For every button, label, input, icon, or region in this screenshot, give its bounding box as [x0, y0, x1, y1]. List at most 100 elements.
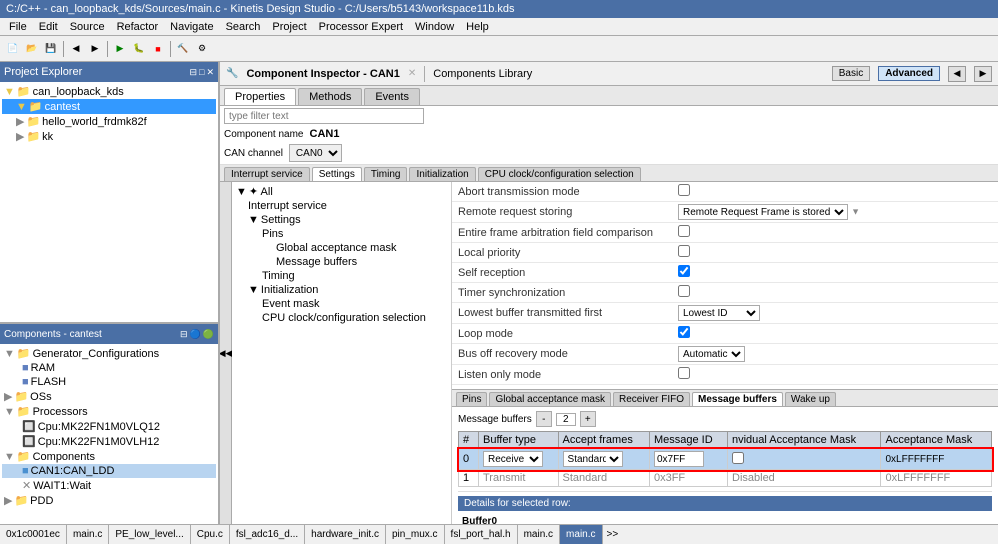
stree-global-accept[interactable]: Global acceptance mask	[234, 241, 449, 255]
toolbar-back[interactable]: ◀	[67, 40, 85, 58]
tree-item-cantest[interactable]: ▼ 📁 cantest	[2, 99, 216, 114]
comp-tree-ram[interactable]: ■ RAM	[2, 361, 216, 375]
menu-file[interactable]: File	[4, 20, 32, 34]
row0-ind-mask-checkbox[interactable]	[732, 452, 744, 464]
project-explorer-minimize[interactable]: ⊟	[189, 67, 197, 78]
status-tab-1[interactable]: main.c	[67, 525, 109, 544]
status-tab-4[interactable]: fsl_adc16_d...	[230, 525, 305, 544]
subtab-interrupt[interactable]: Interrupt service	[224, 167, 310, 181]
comp-tree-cpu2[interactable]: 🔲 Cpu:MK22FN1M0VLH12	[2, 434, 216, 449]
btab-pins[interactable]: Pins	[456, 392, 487, 406]
btab-wake-up[interactable]: Wake up	[785, 392, 836, 406]
toolbar-build[interactable]: 🔨	[174, 40, 192, 58]
stree-initialization[interactable]: ▼Initialization	[234, 283, 449, 297]
status-tab-5[interactable]: hardware_init.c	[305, 525, 386, 544]
comp-tree-cpu1[interactable]: 🔲 Cpu:MK22FN1M0VLQ12	[2, 419, 216, 434]
status-tab-6[interactable]: pin_mux.c	[386, 525, 445, 544]
checkbox-entire-frame[interactable]	[678, 225, 690, 237]
checkbox-local-priority[interactable]	[678, 245, 690, 257]
row0-accept-frames[interactable]: Standard Extended	[563, 451, 623, 467]
comp-tree-generator[interactable]: ▼ 📁 Generator_Configurations	[2, 346, 216, 361]
status-tab-8[interactable]: main.c	[518, 525, 560, 544]
toolbar-new[interactable]: 📄	[4, 40, 22, 58]
checkbox-abort-tx[interactable]	[678, 184, 690, 196]
toolbar-save[interactable]: 💾	[42, 40, 60, 58]
menu-project[interactable]: Project	[267, 20, 311, 34]
toolbar-run[interactable]: ▶	[111, 40, 129, 58]
menu-source[interactable]: Source	[65, 20, 110, 34]
tab-events[interactable]: Events	[364, 88, 420, 105]
tree-item-hello-world[interactable]: ▶ 📁 hello_world_frdmk82f	[2, 114, 216, 129]
stree-interrupt[interactable]: Interrupt service	[234, 199, 449, 213]
components-icon1[interactable]: ⊟	[180, 329, 188, 340]
checkbox-self-reception[interactable]	[678, 265, 690, 277]
menu-help[interactable]: Help	[461, 20, 494, 34]
row0-msg-id[interactable]	[654, 451, 704, 467]
toolbar-open[interactable]: 📂	[23, 40, 41, 58]
buffer-row-0[interactable]: 0 Receive Transmit Standard	[459, 449, 992, 470]
status-tab-0[interactable]: 0x1c0001ec	[0, 525, 67, 544]
msg-buf-minus[interactable]: -	[536, 411, 552, 427]
menu-window[interactable]: Window	[410, 20, 459, 34]
inspector-back[interactable]: ◀	[948, 66, 966, 82]
comp-tree-processors[interactable]: ▼ 📁 Processors	[2, 404, 216, 419]
stree-all[interactable]: ▼✦ All	[234, 184, 449, 199]
comp-tree-pdd[interactable]: ▶ 📁 PDD	[2, 493, 216, 508]
status-tab-3[interactable]: Cpu.c	[191, 525, 230, 544]
collapse-button[interactable]: ◀◀	[220, 182, 232, 524]
stree-msg-buffers[interactable]: Message buffers	[234, 255, 449, 269]
project-explorer-restore[interactable]: □	[199, 67, 204, 78]
comp-tree-can1[interactable]: ■ CAN1:CAN_LDD	[2, 464, 216, 478]
checkbox-timer-sync[interactable]	[678, 285, 690, 297]
buffer-row-1[interactable]: 1 Transmit Standard 0x3FF Disabled 0xLFF…	[459, 470, 992, 487]
select-remote-request[interactable]: Remote Request Frame is stored Disabled	[678, 204, 848, 220]
components-icon3[interactable]: 🟢	[203, 329, 214, 340]
msg-buf-plus[interactable]: +	[580, 411, 596, 427]
tab-properties[interactable]: Properties	[224, 88, 296, 105]
checkbox-loop-mode[interactable]	[678, 326, 690, 338]
menu-edit[interactable]: Edit	[34, 20, 63, 34]
btab-receiver-fifo[interactable]: Receiver FIFO	[613, 392, 690, 406]
toolbar-stop[interactable]: ■	[149, 40, 167, 58]
components-icon2[interactable]: 🔵	[190, 329, 201, 340]
subtab-settings[interactable]: Settings	[312, 167, 362, 181]
toolbar-settings[interactable]: ⚙	[193, 40, 211, 58]
inspector-forward[interactable]: ▶	[974, 66, 992, 82]
basic-btn[interactable]: Basic	[832, 66, 870, 81]
comp-tree-flash[interactable]: ■ FLASH	[2, 375, 216, 389]
stree-cpu-clock[interactable]: CPU clock/configuration selection	[234, 311, 449, 325]
stree-event-mask[interactable]: Event mask	[234, 297, 449, 311]
tab-methods[interactable]: Methods	[298, 88, 362, 105]
select-bus-off[interactable]: Automatic Manual	[678, 346, 745, 362]
can-channel-select[interactable]: CAN0 CAN1	[289, 144, 342, 162]
checkbox-listen-only[interactable]	[678, 367, 690, 379]
stree-timing[interactable]: Timing	[234, 269, 449, 283]
tree-item-can-loopback[interactable]: ▼ 📁 can_loopback_kds	[2, 84, 216, 99]
menu-search[interactable]: Search	[221, 20, 266, 34]
tree-item-kk[interactable]: ▶ 📁 kk	[2, 129, 216, 144]
project-explorer-close[interactable]: ✕	[206, 67, 214, 78]
select-lowest-buffer[interactable]: Lowest ID Lowest buffer	[678, 305, 760, 321]
menu-navigate[interactable]: Navigate	[165, 20, 218, 34]
status-tab-9-active[interactable]: main.c	[560, 525, 602, 544]
toolbar-debug[interactable]: 🐛	[130, 40, 148, 58]
library-tab[interactable]: Components Library	[433, 68, 532, 80]
menu-refactor[interactable]: Refactor	[112, 20, 164, 34]
filter-input[interactable]	[224, 108, 424, 124]
toolbar-forward[interactable]: ▶	[86, 40, 104, 58]
comp-tree-wait1[interactable]: ✕ WAIT1:Wait	[2, 478, 216, 493]
btab-message-buffers[interactable]: Message buffers	[692, 392, 783, 406]
comp-tree-oss[interactable]: ▶ 📁 OSs	[2, 389, 216, 404]
stree-pins[interactable]: Pins	[234, 227, 449, 241]
stree-settings[interactable]: ▼Settings	[234, 213, 449, 227]
status-tab-7[interactable]: fsl_port_hal.h	[445, 525, 518, 544]
status-overflow[interactable]: >>	[603, 528, 623, 541]
btab-global-accept[interactable]: Global acceptance mask	[489, 392, 611, 406]
advanced-btn[interactable]: Advanced	[878, 66, 940, 81]
subtab-timing[interactable]: Timing	[364, 167, 408, 181]
comp-tree-components[interactable]: ▼ 📁 Components	[2, 449, 216, 464]
subtab-initialization[interactable]: Initialization	[409, 167, 475, 181]
row0-buffer-type[interactable]: Receive Transmit	[483, 451, 543, 467]
status-tab-2[interactable]: PE_low_level...	[109, 525, 190, 544]
menu-processor-expert[interactable]: Processor Expert	[314, 20, 408, 34]
